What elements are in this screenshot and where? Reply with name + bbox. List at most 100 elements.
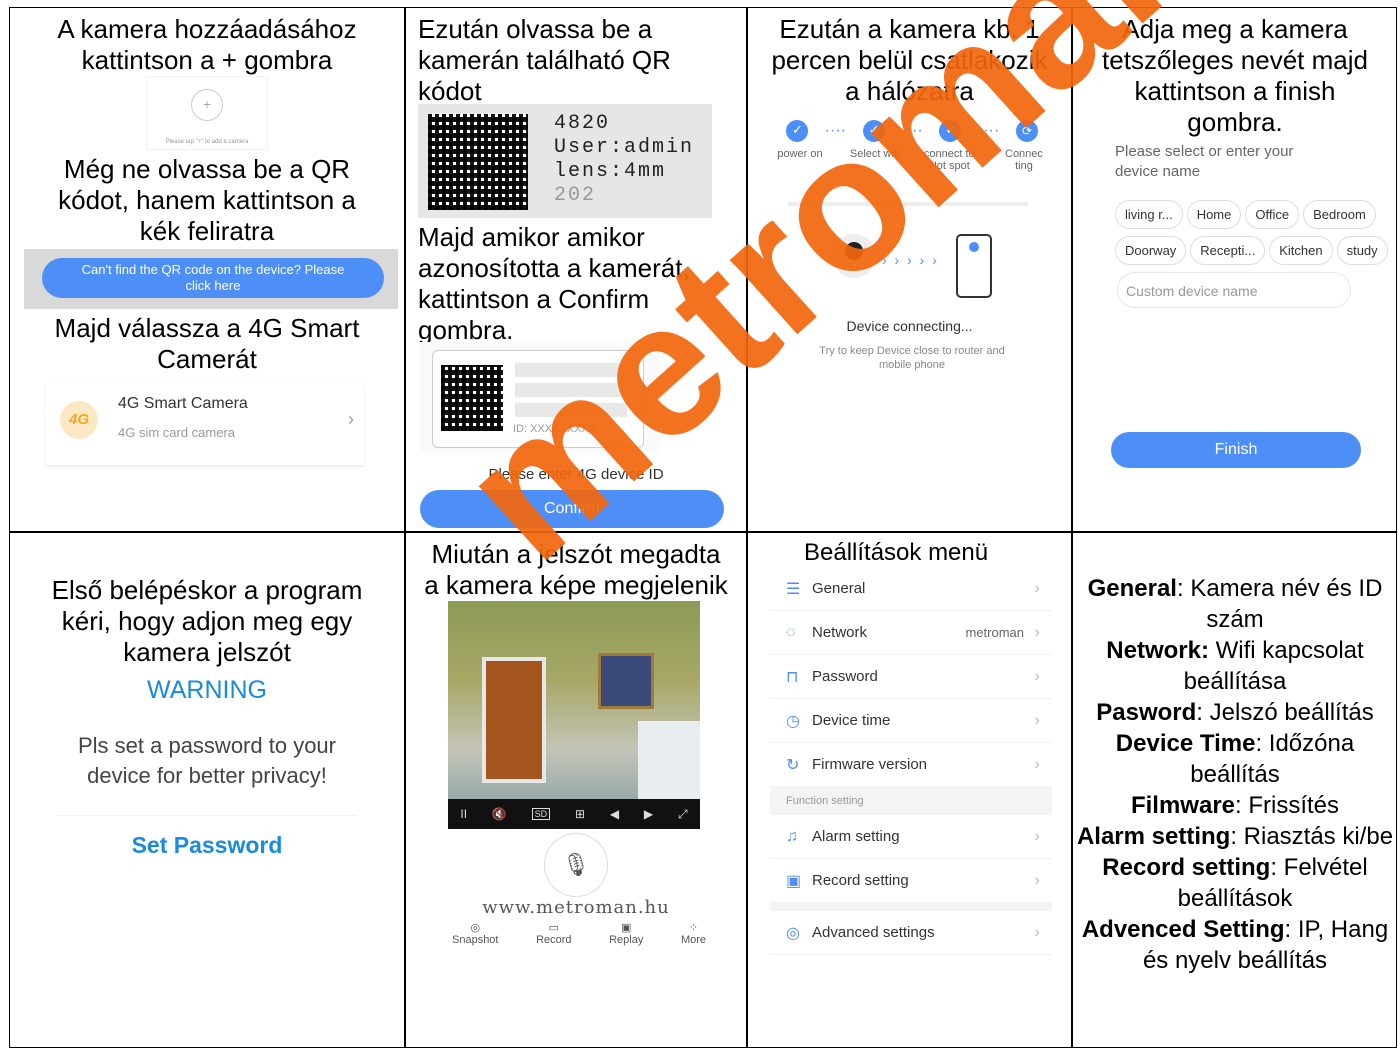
gear-icon: ◎ xyxy=(786,924,800,942)
replay-button[interactable]: ▣ Replay xyxy=(609,921,643,946)
lock-icon: ⊓ xyxy=(786,668,799,686)
menu-label: Firmware version xyxy=(812,756,928,773)
snapshot-button[interactable]: ◎ Snapshot xyxy=(452,921,498,946)
name-chip[interactable]: Kitchen xyxy=(1269,236,1333,265)
name-chip[interactable]: Office xyxy=(1245,200,1300,229)
action-label: Replay xyxy=(609,934,644,946)
desc-key: Record setting xyxy=(1102,854,1271,881)
pause-icon[interactable]: II xyxy=(460,807,467,821)
name-chip[interactable]: study xyxy=(1336,236,1388,265)
name-chip[interactable]: Recepti... xyxy=(1190,236,1266,265)
connecting-status: Device connecting... xyxy=(846,318,973,334)
qr-code-icon xyxy=(428,114,528,210)
door xyxy=(482,657,546,783)
phone-icon xyxy=(956,234,992,298)
name-chip[interactable]: living r... xyxy=(1115,200,1183,229)
qr-help-button[interactable]: Can't find the QR code on the device? Pl… xyxy=(42,258,384,298)
fullscreen-icon[interactable]: ⤢ xyxy=(678,807,688,822)
menu-label: Network xyxy=(812,624,868,641)
step-label: Connec ting xyxy=(1005,148,1043,172)
cell-settings-description: General: Kamera név és ID szám Network: … xyxy=(1073,533,1397,1049)
camera-live-feed[interactable] xyxy=(448,601,700,799)
camera-subtitle: 4G sim card camera xyxy=(118,425,236,440)
player-controls: II 🔇 SD ⊞ ◀ ▶ ⤢ xyxy=(448,799,700,829)
instruction-text: kamerán található QR xyxy=(418,45,671,75)
set-password-button[interactable]: Set Password xyxy=(10,832,404,859)
finish-button[interactable]: Finish xyxy=(1111,432,1361,468)
plus-icon[interactable]: + xyxy=(191,89,223,121)
step-label: Select wifi xyxy=(849,148,900,160)
more-button[interactable]: ⁘ More xyxy=(681,921,706,946)
settings-item-password[interactable]: ⊓ Password › xyxy=(770,655,1052,699)
desc-device-time: Device Time: Időzóna beállítás xyxy=(1073,728,1397,790)
step-label: power on xyxy=(777,148,823,160)
name-chip[interactable]: Bedroom xyxy=(1303,200,1376,229)
mute-icon[interactable]: 🔇 xyxy=(492,807,507,821)
chevron-right-icon: › xyxy=(1034,923,1040,941)
confirm-button[interactable]: Confirm xyxy=(420,490,724,528)
settings-list: ☰ General › ◌ Network metroman › ⊓ Password › ◷… xyxy=(770,567,1052,955)
cell-settings-menu: Beállítások menü ☰ General › ◌ Network metro… xyxy=(748,533,1071,1049)
instruction-text: azonosította a kamerát, xyxy=(418,253,690,283)
grid-icon[interactable]: ⊞ xyxy=(575,807,585,821)
chevron-right-icon: › xyxy=(1034,667,1040,685)
desc-key: Device Time xyxy=(1115,730,1256,757)
action-label: More xyxy=(680,934,706,946)
name-chip[interactable]: Home xyxy=(1186,200,1242,229)
settings-title: Beállítások menü xyxy=(804,539,989,566)
custom-name-input[interactable]: Custom device name xyxy=(1117,272,1351,308)
desc-record: Record setting: Felvétel beállítások xyxy=(1073,852,1397,914)
instruction-text: A kamera hozzáadásához xyxy=(57,14,357,44)
desc-value: : Jelszó beállítás xyxy=(1196,699,1374,726)
desc-value: : Frissítés xyxy=(1235,792,1340,819)
settings-item-advanced[interactable]: ◎ Advanced settings › xyxy=(770,911,1052,955)
sd-icon[interactable]: SD xyxy=(531,808,551,820)
instruction-text: kattintson a finish xyxy=(1134,76,1336,106)
check-icon xyxy=(786,120,808,142)
instruction-text: kék feliratra xyxy=(139,216,275,246)
label-id: 4820 xyxy=(554,112,611,135)
film-icon: ▣ xyxy=(621,922,632,934)
desc-alarm: Alarm setting: Riasztás ki/be xyxy=(1073,821,1397,852)
desc-firmware: Filmware: Frissítés xyxy=(1073,790,1397,821)
chevron-right-icon: › xyxy=(1034,711,1040,729)
prev-icon[interactable]: ◀ xyxy=(610,807,619,821)
action-label: Record xyxy=(536,934,572,946)
menu-label: Alarm setting xyxy=(812,828,900,845)
instruction-text: Még ne olvassa be a QR xyxy=(63,154,351,184)
settings-item-network[interactable]: ◌ Network metroman › xyxy=(770,611,1052,655)
desc-key: Alarm setting xyxy=(1076,823,1231,850)
camera-type-item[interactable]: 4G 4G Smart Camera 4G sim card camera › xyxy=(46,383,364,466)
next-icon[interactable]: ▶ xyxy=(644,807,653,821)
instruction-text: Majd válassza a 4G Smart xyxy=(54,313,360,343)
camera-icon xyxy=(832,234,876,278)
instruction-text: Ezután a kamera kb. 1 xyxy=(779,14,1040,44)
record-button[interactable]: ▭ Record xyxy=(536,921,571,946)
cell-scan-qr: Ezután olvassa be a kamerán található QR… xyxy=(406,8,746,531)
step-label: connect to Hot spot xyxy=(923,148,975,172)
settings-item-firmware[interactable]: ↻ Firmware version › xyxy=(770,743,1052,787)
radiator xyxy=(638,721,700,799)
settings-item-general[interactable]: ☰ General › xyxy=(770,567,1052,611)
add-hint: Please tap "+" to add a camera xyxy=(165,139,249,145)
qr-id-illustration: ID: XXXXXXXXX xyxy=(420,342,660,452)
instruction-text: kódot, hanem kattintson a xyxy=(58,185,356,215)
desc-key: Network: xyxy=(1106,637,1209,664)
name-chip[interactable]: Doorway xyxy=(1115,236,1187,265)
desc-advanced: Advenced Setting: IP, Hang és nyelv beál… xyxy=(1073,914,1397,976)
qr-help-label: click here xyxy=(185,278,241,293)
label-lens: lens:4mm xyxy=(554,160,667,183)
wifi-icon: ◌ xyxy=(786,623,796,641)
instruction-text: Miután a jelszót megadta xyxy=(431,539,721,569)
instruction-text: Első belépéskor a program xyxy=(51,575,363,605)
chevron-right-icon: › xyxy=(1034,871,1040,889)
settings-item-alarm[interactable]: ♫ Alarm setting › xyxy=(770,815,1052,859)
clock-icon: ◷ xyxy=(786,712,800,730)
warning-line: device for better privacy! xyxy=(87,763,327,788)
settings-item-device-time[interactable]: ◷ Device time › xyxy=(770,699,1052,743)
instruction-text: Majd amikor amikor xyxy=(418,222,645,252)
settings-item-record[interactable]: ▣ Record setting › xyxy=(770,859,1052,903)
microphone-icon[interactable]: 🎙 xyxy=(544,833,608,897)
instruction-text: a kamera képe megjelenik xyxy=(424,570,728,600)
desc-key: Advenced Setting xyxy=(1081,916,1285,943)
